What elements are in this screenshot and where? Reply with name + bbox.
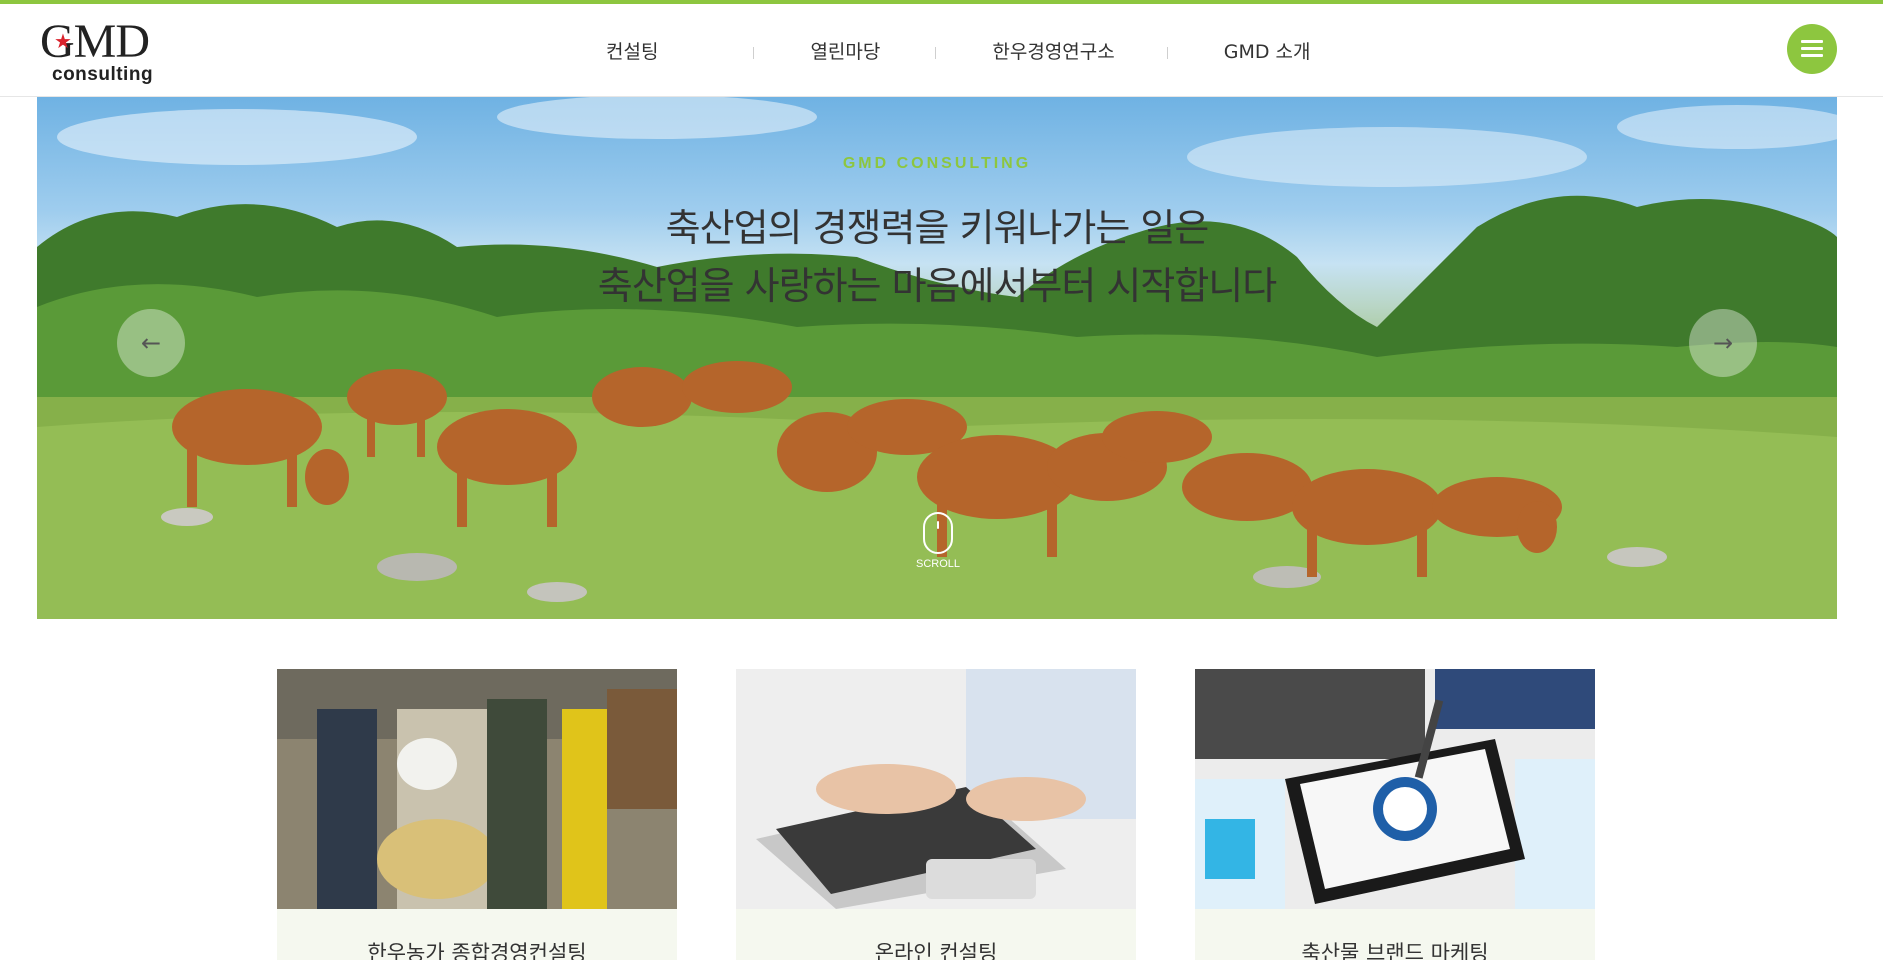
nav-item-open-board[interactable]: 열린마당	[810, 37, 880, 64]
nav-divider	[753, 46, 755, 59]
card-title: 축산물 브랜드 마케팅	[1301, 941, 1489, 960]
site-header: GMD ★ consulting 컨설팅 열린마당 한우경영연구소 GMD 소개	[0, 4, 1883, 97]
mouse-icon	[923, 512, 953, 554]
logo-star-icon: ★	[54, 29, 72, 53]
nav-item-about-gmd[interactable]: GMD 소개	[1224, 37, 1311, 64]
farm-consulting-image	[277, 669, 677, 909]
menu-line	[1801, 54, 1823, 57]
service-card-farm-consulting[interactable]: 한우농가 종합경영컨설팅	[277, 669, 677, 960]
logo-subtitle: consulting	[52, 64, 154, 85]
service-cards: 한우농가 종합경영컨설팅 온라인 컨설팅 축산물 브랜드 마케팅	[277, 669, 1595, 960]
hero-eyebrow: GMD CONSULTING	[842, 155, 1032, 172]
card-title: 온라인 컨설팅	[874, 941, 998, 960]
menu-line	[1801, 40, 1823, 43]
arrow-left-icon[interactable]: ←	[117, 309, 185, 377]
card-title: 한우농가 종합경영컨설팅	[367, 941, 587, 960]
nav-divider	[935, 46, 937, 59]
arrow-right-icon[interactable]: →	[1689, 309, 1757, 377]
main-nav: 컨설팅 열린마당 한우경영연구소 GMD 소개	[560, 4, 1311, 97]
nav-item-hanwoo-institute[interactable]: 한우경영연구소	[992, 37, 1114, 64]
nav-item-consulting[interactable]: 컨설팅	[606, 37, 658, 64]
hero-headline-line1: 축산업의 경쟁력을 키워나가는 일은	[665, 206, 1210, 250]
brand-marketing-image	[1195, 669, 1595, 909]
online-consulting-image	[736, 669, 1136, 909]
nav-divider	[1166, 46, 1168, 59]
hamburger-icon[interactable]	[1787, 24, 1837, 74]
menu-line	[1801, 47, 1823, 50]
hero-slider: GMD CONSULTING 축산업의 경쟁력을 키워나가는 일은 축산업을 사…	[37, 97, 1837, 619]
scroll-label: SCROLL	[915, 558, 961, 570]
scroll-indicator[interactable]: SCROLL	[910, 512, 966, 572]
hero-headline-line2: 축산업을 사랑하는 마음에서부터 시작합니다	[597, 264, 1277, 308]
service-card-online-consulting[interactable]: 온라인 컨설팅	[736, 669, 1136, 960]
gmd-logo[interactable]: GMD ★ consulting	[40, 18, 180, 88]
service-card-brand-marketing[interactable]: 축산물 브랜드 마케팅	[1195, 669, 1595, 960]
